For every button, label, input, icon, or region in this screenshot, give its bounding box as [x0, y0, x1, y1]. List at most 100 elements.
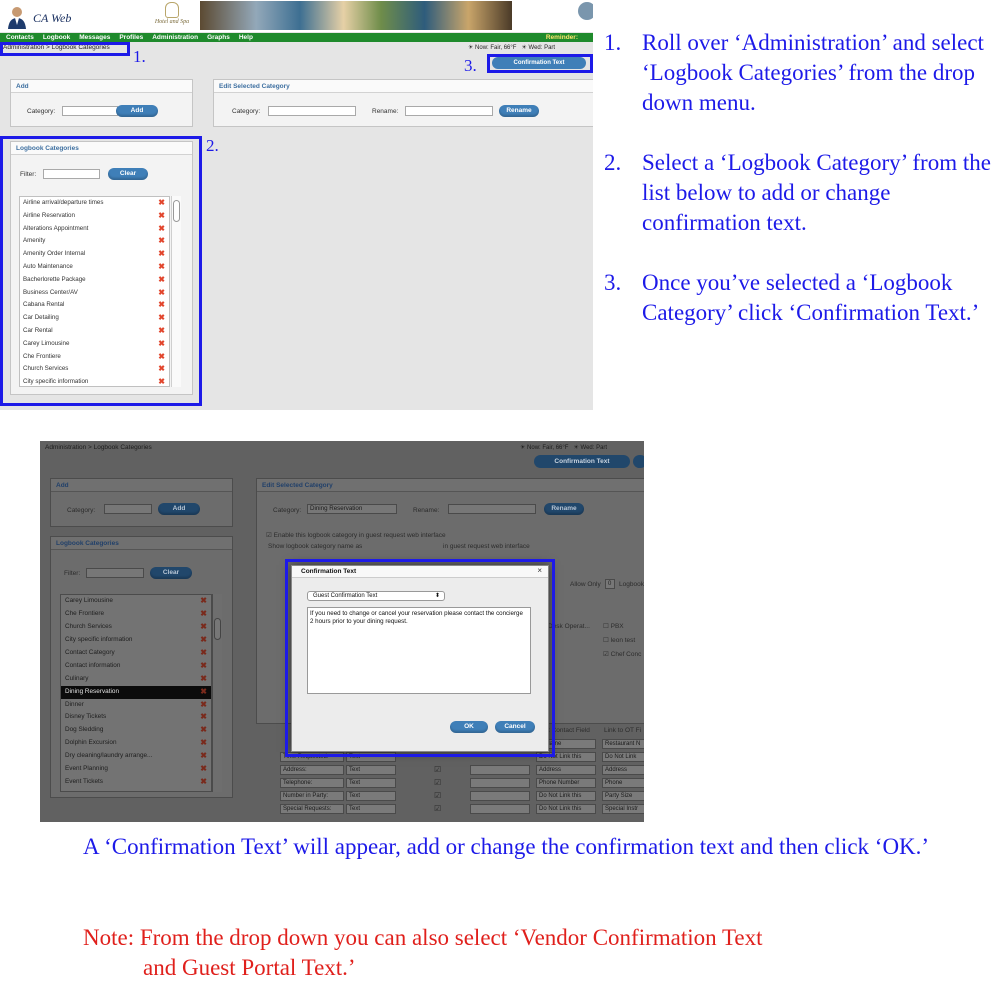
step-number: 1. [604, 30, 622, 55]
nav-messages[interactable]: Messages [79, 34, 110, 41]
delete-icon[interactable]: ✖ [200, 595, 207, 608]
list-item[interactable]: Contact information ✖ [61, 660, 211, 673]
required-checkbox[interactable]: ☑ [434, 804, 441, 813]
delete-icon[interactable]: ✖ [200, 711, 207, 724]
reminder-link[interactable]: Reminder: [546, 34, 578, 41]
delete-icon[interactable]: ✖ [200, 737, 207, 750]
contact-link-select[interactable]: Address [536, 765, 596, 775]
list-item[interactable]: Church Services ✖ [61, 621, 211, 634]
list-item[interactable]: Carey Limousine ✖ [61, 595, 211, 608]
list-item[interactable]: Event Tickets ✖ [61, 776, 211, 789]
rename-input[interactable] [448, 504, 536, 514]
delete-icon[interactable]: ✖ [200, 660, 207, 673]
contact-link-select[interactable]: Do Not Link this [536, 804, 596, 814]
delete-icon[interactable]: ✖ [200, 750, 207, 763]
delete-icon[interactable]: ✖ [200, 763, 207, 776]
required-checkbox[interactable]: ☑ [434, 778, 441, 787]
ot-link-select[interactable]: Party Size [602, 791, 644, 801]
ot-link-select[interactable]: Address [602, 765, 644, 775]
delete-icon[interactable]: ✖ [200, 647, 207, 660]
screenshot-admin-logbook: CA Web Hotel and Spa Contacts Logbook Me… [0, 0, 593, 410]
category-name: Dolphin Excursion [65, 739, 117, 747]
delete-icon[interactable]: ✖ [200, 608, 207, 621]
add-button[interactable]: Add [158, 503, 200, 515]
allow-only-input[interactable]: 0 [605, 579, 615, 589]
category-list-scrollbar[interactable] [212, 594, 222, 792]
delete-icon[interactable]: ✖ [200, 699, 207, 712]
category-list[interactable]: Carey Limousine ✖ Che Frontiere ✖ Church Ser… [60, 594, 212, 792]
field-label-input[interactable]: Number in Party: [280, 791, 344, 801]
list-item[interactable]: City specific information ✖ [61, 634, 211, 647]
scrollbar-thumb[interactable] [214, 618, 221, 640]
ot-link-select[interactable]: Restaurant N [602, 739, 644, 749]
edit-category-input[interactable]: Dining Reservation [307, 504, 397, 514]
field-label-input[interactable]: Special Requests: [280, 804, 344, 814]
list-item[interactable]: Che Frontiere ✖ [61, 608, 211, 621]
list-item[interactable]: Dolphin Excursion ✖ [61, 737, 211, 750]
enable-category-checkbox[interactable]: ☑ Enable this logbook category in guest … [266, 531, 446, 539]
highlight-category-list [0, 136, 202, 406]
delete-icon[interactable]: ✖ [200, 621, 207, 634]
list-item[interactable]: Dining Reservation ✖ [61, 685, 211, 699]
clear-button[interactable]: Clear [150, 567, 192, 579]
delete-icon[interactable]: ✖ [200, 634, 207, 647]
add-button[interactable]: Add [116, 105, 158, 117]
field-type-select[interactable]: Text [346, 765, 396, 775]
table-row: Address: Text ☑ Address Address [264, 764, 644, 777]
list-item[interactable]: Contact Category ✖ [61, 647, 211, 660]
nav-profiles[interactable]: Profiles [119, 34, 143, 41]
nav-administration[interactable]: Administration [152, 34, 198, 41]
weather-status: ☀ Now: Fair, 66°F ☀ Wed: Part [468, 45, 556, 51]
pbx-checkbox[interactable]: ☐ PBX [603, 622, 624, 630]
add-panel-title: Add [11, 80, 192, 93]
list-item[interactable]: Dry cleaning/laundry arrange... ✖ [61, 750, 211, 763]
rename-label: Rename: [372, 108, 399, 115]
list-item[interactable]: Dog Sledding ✖ [61, 724, 211, 737]
nav-graphs[interactable]: Graphs [207, 34, 230, 41]
required-checkbox[interactable]: ☑ [434, 765, 441, 774]
list-item[interactable]: Dinner ✖ [61, 699, 211, 712]
field-default-input[interactable] [470, 791, 530, 801]
field-type-select[interactable]: Text [346, 791, 396, 801]
leon-test-checkbox[interactable]: ☐ leon test [603, 636, 635, 644]
confirmation-text-button[interactable]: Confirmation Text [534, 455, 630, 468]
add-category-input[interactable] [62, 106, 118, 116]
field-type-select[interactable]: Text [346, 804, 396, 814]
add-category-input[interactable] [104, 504, 152, 514]
hotel-banner-image [200, 1, 512, 30]
rename-button[interactable]: Rename [544, 503, 584, 515]
extra-button[interactable] [633, 455, 644, 468]
chef-checkbox[interactable]: ☑ Chef Conc [603, 650, 641, 658]
instruction-step: 1. Roll over ‘Administration’ and select… [604, 28, 996, 118]
list-item[interactable]: Disney Tickets ✖ [61, 711, 211, 724]
field-default-input[interactable] [470, 804, 530, 814]
nav-contacts[interactable]: Contacts [6, 34, 34, 41]
field-type-select[interactable]: Text [346, 778, 396, 788]
field-default-input[interactable] [470, 765, 530, 775]
filter-input[interactable] [86, 568, 144, 578]
list-item[interactable]: Culinary ✖ [61, 673, 211, 686]
ot-link-select[interactable]: Do Not Link [602, 752, 644, 762]
field-label-input[interactable]: Address: [280, 765, 344, 775]
nav-logbook[interactable]: Logbook [43, 34, 70, 41]
note-line-1: Note: From the drop down you can also se… [83, 925, 763, 950]
delete-icon[interactable]: ✖ [200, 673, 207, 686]
delete-icon[interactable]: ✖ [200, 724, 207, 737]
list-item[interactable]: Event Planning ✖ [61, 763, 211, 776]
edit-category-input[interactable] [268, 106, 356, 116]
contact-link-select[interactable]: Do Not Link this [536, 791, 596, 801]
rename-button[interactable]: Rename [499, 105, 539, 117]
nav-help[interactable]: Help [239, 34, 253, 41]
delete-icon[interactable]: ✖ [200, 776, 207, 789]
delete-icon[interactable]: ✖ [200, 686, 207, 699]
field-default-input[interactable] [470, 778, 530, 788]
rename-input[interactable] [405, 106, 493, 116]
required-checkbox[interactable]: ☑ [434, 791, 441, 800]
ot-link-select[interactable]: Phone [602, 778, 644, 788]
step-marker-3: 3. [464, 56, 477, 75]
allow-only-label: Allow Only [570, 581, 601, 588]
field-label-input[interactable]: Telephone: [280, 778, 344, 788]
contact-link-select[interactable]: Phone Number [536, 778, 596, 788]
help-icon[interactable] [578, 2, 593, 20]
ot-link-select[interactable]: Special Instr [602, 804, 644, 814]
